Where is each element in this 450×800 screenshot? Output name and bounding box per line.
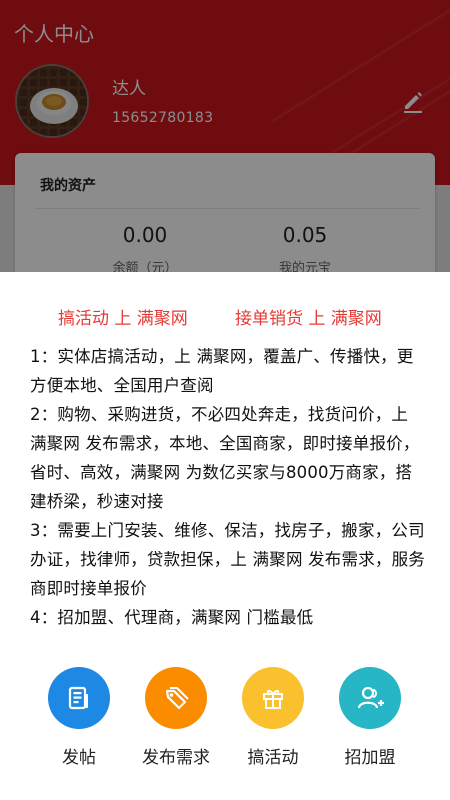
publish-demand-label: 发布需求 xyxy=(142,748,210,768)
gift-icon xyxy=(242,667,304,729)
post-label: 发帖 xyxy=(62,748,96,768)
publish-demand-button[interactable]: 发布需求 xyxy=(131,667,221,768)
activity-label: 搞活动 xyxy=(247,748,299,768)
promo-text-activity: 搞活动 上 满聚网 xyxy=(58,309,188,329)
description-paragraph: 3：需要上门安装、维修、保洁，找房子，搬家，公司办证，找律师，贷款担保，上 满聚… xyxy=(30,521,425,598)
post-icon xyxy=(48,667,110,729)
franchise-label: 招加盟 xyxy=(344,748,396,768)
franchise-button[interactable]: 招加盟 xyxy=(325,667,415,768)
post-button[interactable]: 发帖 xyxy=(34,667,124,768)
description-paragraph: 1：实体店搞活动，上 满聚网，覆盖广、传播快，更方便本地、全国用户查阅 xyxy=(30,347,414,395)
description-paragraph: 4：招加盟、代理商，满聚网 门槛最低 xyxy=(30,608,314,627)
add-user-icon xyxy=(339,667,401,729)
description: 1：实体店搞活动，上 满聚网，覆盖广、传播快，更方便本地、全国用户查阅 2：购物… xyxy=(30,342,425,632)
activity-button[interactable]: 搞活动 xyxy=(228,667,318,768)
tag-icon xyxy=(145,667,207,729)
publish-sheet: 搞活动 上 满聚网 接单销货 上 满聚网 1：实体店搞活动，上 满聚网，覆盖广、… xyxy=(0,272,450,800)
modal-overlay[interactable] xyxy=(0,0,450,272)
description-paragraph: 2：购物、采购进货，不必四处奔走，找货问价，上 满聚网 发布需求，本地、全国商家… xyxy=(30,405,420,511)
promo-text-orders: 接单销货 上 满聚网 xyxy=(235,309,382,329)
